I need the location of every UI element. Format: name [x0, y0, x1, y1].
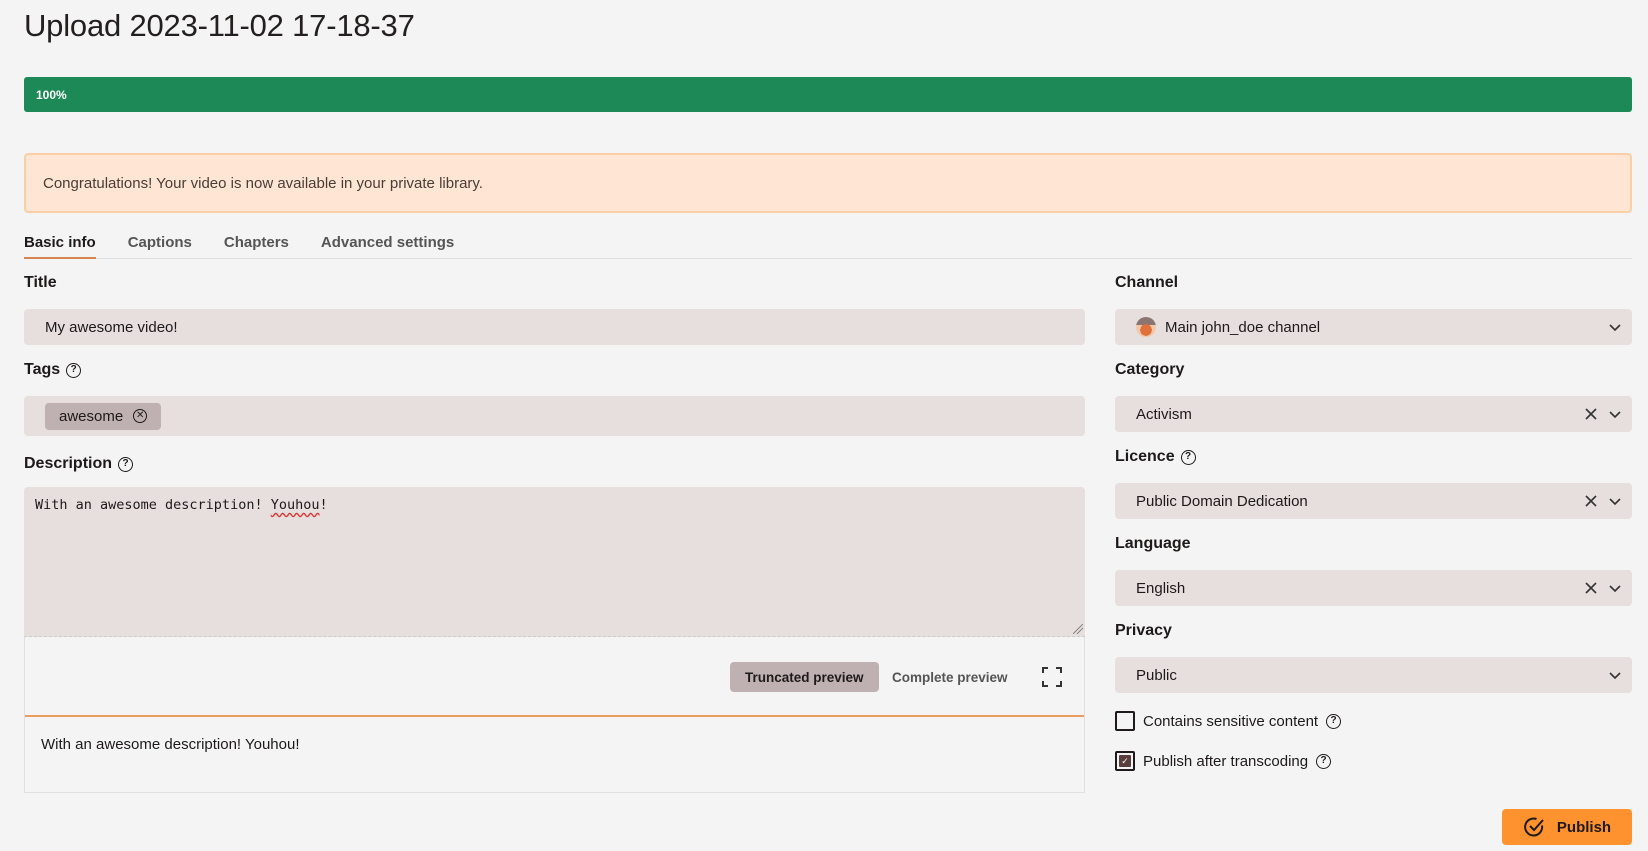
help-circle-icon[interactable]: ?	[1326, 713, 1342, 729]
help-circle-icon[interactable]: ?	[66, 362, 82, 378]
upload-progress-bar: 100%	[24, 77, 1632, 112]
tags-label-text: Tags	[24, 361, 61, 378]
tab-bar: Basic info Captions Chapters Advanced se…	[24, 230, 1632, 259]
tag-chip: awesome ✕	[45, 402, 162, 430]
misspelled-word: Youhou	[270, 497, 320, 513]
language-label-text: Language	[1115, 535, 1191, 552]
title-input-value: My awesome video!	[45, 318, 178, 336]
licence-label-text: Licence	[1115, 448, 1175, 465]
description-label-text: Description	[24, 455, 113, 472]
privacy-label-text: Privacy	[1115, 622, 1172, 639]
privacy-value: Public	[1136, 666, 1177, 684]
publish-after-transcoding-row: ✓ Publish after transcoding ?	[1115, 751, 1332, 771]
title-label-text: Title	[24, 274, 57, 291]
description-label: Description ?	[24, 455, 134, 473]
remove-tag-icon[interactable]: ✕	[133, 409, 148, 423]
complete-preview-button[interactable]: Complete preview	[877, 662, 1023, 692]
clear-icon[interactable]	[1584, 581, 1598, 595]
chevron-down-icon[interactable]	[1608, 407, 1622, 421]
preview-text: With an awesome description! Youhou!	[41, 736, 300, 753]
tag-chip-label: awesome	[59, 407, 124, 425]
chevron-down-icon[interactable]	[1608, 668, 1622, 682]
fullscreen-icon[interactable]	[1041, 666, 1063, 688]
category-select[interactable]: Activism	[1115, 396, 1632, 432]
success-alert: Congratulations! Your video is now avail…	[24, 153, 1632, 213]
page-title: Upload 2023-11-02 17-18-37	[24, 8, 415, 43]
tags-input[interactable]: awesome ✕	[24, 396, 1085, 436]
resize-handle[interactable]	[1073, 624, 1083, 634]
sensitive-content-row: Contains sensitive content ?	[1115, 711, 1342, 731]
licence-label: Licence ?	[1115, 448, 1196, 466]
progress-fill: 100%	[24, 77, 1632, 112]
language-select[interactable]: English	[1115, 570, 1632, 606]
channel-select[interactable]: Main john_doe channel	[1115, 309, 1632, 345]
tab-basic-info[interactable]: Basic info	[24, 230, 96, 259]
language-value: English	[1136, 579, 1186, 597]
progress-label: 100%	[36, 87, 67, 102]
channel-avatar	[1136, 317, 1156, 337]
sensitive-content-checkbox[interactable]	[1115, 711, 1135, 731]
description-text-tail: !	[319, 497, 328, 513]
category-value: Activism	[1136, 405, 1192, 423]
check-circle-icon	[1524, 817, 1544, 837]
category-label: Category	[1115, 361, 1184, 379]
channel-value: Main john_doe channel	[1165, 318, 1321, 336]
description-textarea[interactable]: With an awesome description! Youhou!	[24, 487, 1085, 637]
chevron-down-icon[interactable]	[1608, 494, 1622, 508]
language-label: Language	[1115, 535, 1191, 553]
description-preview: Truncated preview Complete preview With …	[24, 637, 1085, 793]
publish-button[interactable]: Publish	[1502, 809, 1632, 845]
chevron-down-icon[interactable]	[1608, 581, 1622, 595]
tags-label: Tags ?	[24, 361, 82, 379]
licence-value: Public Domain Dedication	[1136, 492, 1308, 510]
tab-captions[interactable]: Captions	[128, 230, 192, 259]
chevron-down-icon[interactable]	[1608, 320, 1622, 334]
licence-select[interactable]: Public Domain Dedication	[1115, 483, 1632, 519]
channel-label: Channel	[1115, 274, 1178, 292]
publish-label: Publish	[1556, 818, 1612, 836]
title-input[interactable]: My awesome video!	[24, 309, 1085, 345]
alert-message: Congratulations! Your video is now avail…	[43, 174, 483, 192]
publish-after-transcoding-checkbox[interactable]: ✓	[1115, 751, 1135, 771]
help-circle-icon[interactable]: ?	[1180, 449, 1196, 465]
tab-advanced-settings[interactable]: Advanced settings	[321, 230, 454, 259]
privacy-select[interactable]: Public	[1115, 657, 1632, 693]
truncated-preview-button[interactable]: Truncated preview	[730, 662, 879, 692]
preview-toolbar: Truncated preview Complete preview	[25, 637, 1084, 717]
sensitive-content-label[interactable]: Contains sensitive content	[1143, 713, 1318, 730]
tab-chapters[interactable]: Chapters	[224, 230, 289, 259]
help-circle-icon[interactable]: ?	[1316, 753, 1332, 769]
clear-icon[interactable]	[1584, 407, 1598, 421]
description-text: With an awesome description!	[35, 497, 271, 513]
publish-after-transcoding-label[interactable]: Publish after transcoding	[1143, 753, 1308, 770]
check-icon: ✓	[1119, 755, 1131, 767]
privacy-label: Privacy	[1115, 622, 1172, 640]
clear-icon[interactable]	[1584, 494, 1598, 508]
title-label: Title	[24, 274, 57, 292]
channel-label-text: Channel	[1115, 274, 1179, 291]
help-circle-icon[interactable]: ?	[118, 456, 134, 472]
category-label-text: Category	[1115, 361, 1185, 378]
